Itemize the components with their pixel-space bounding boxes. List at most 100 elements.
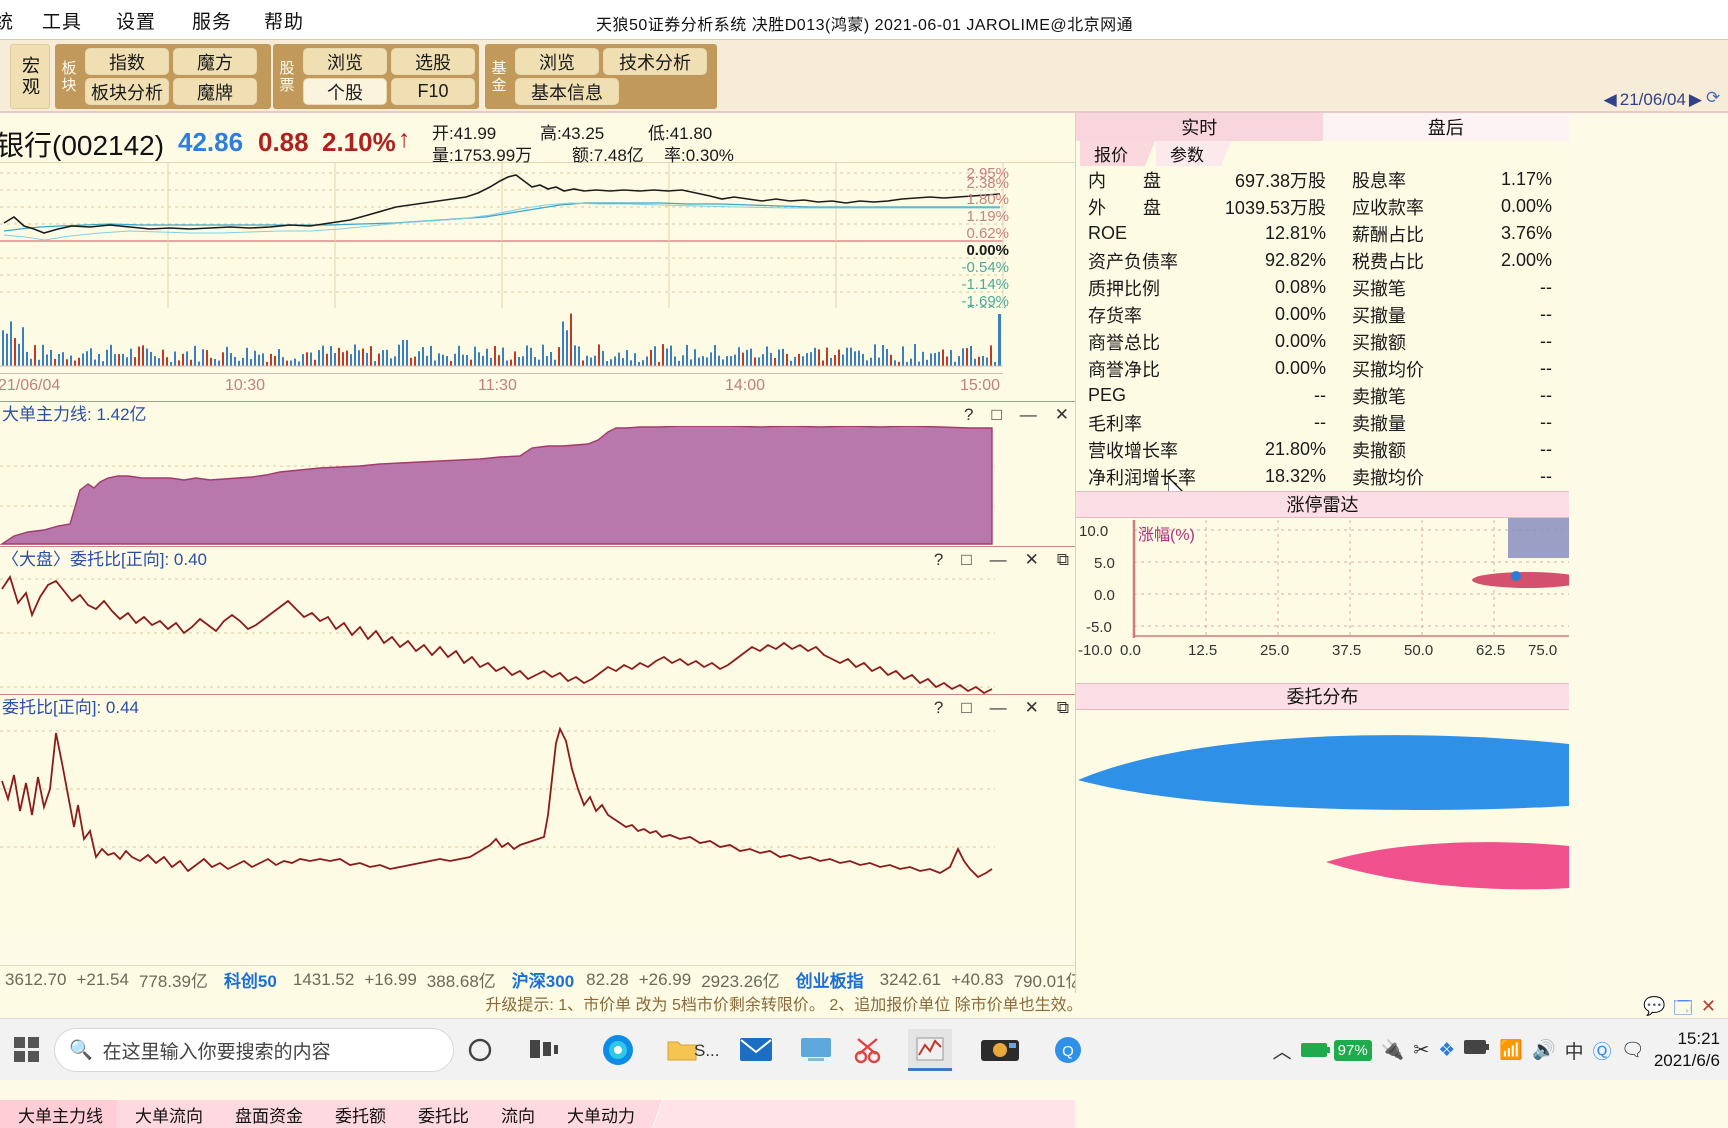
toolbar-button-index[interactable]: 指数 xyxy=(85,48,169,75)
ticker-1-name[interactable]: 科创50 xyxy=(217,967,284,992)
minute-ylabel-7: -1.14% xyxy=(961,276,1009,293)
panel-help-icon-3[interactable]: ? xyxy=(934,695,943,720)
mail-icon[interactable] xyxy=(734,1029,778,1071)
panel-minimize-icon-3[interactable]: — xyxy=(990,695,1007,720)
usb-icon[interactable]: 🔌 xyxy=(1381,1038,1405,1062)
qq-tray-icon[interactable]: Ⓠ xyxy=(1593,1037,1612,1064)
footer-tab-order-ratio[interactable]: 委托比 xyxy=(400,1100,483,1128)
refresh-icon[interactable]: ⟳ xyxy=(1706,88,1726,108)
date-next-arrow[interactable]: ▶ xyxy=(1689,90,1702,110)
stock-change-percent: 2.10% xyxy=(322,127,396,157)
time-tick-0: 21/06/04 xyxy=(0,377,61,394)
toolbar-button-stock-pick[interactable]: 选股 xyxy=(391,48,475,75)
edge-icon[interactable] xyxy=(596,1029,640,1071)
snip-icon[interactable] xyxy=(846,1029,890,1071)
clock[interactable]: 15:21 2021/6/6 xyxy=(1654,1028,1720,1072)
panel-minimize-icon-2[interactable]: — xyxy=(990,547,1007,572)
param-value-8: -- xyxy=(1314,385,1326,405)
param-key2-7: 买撤均价 xyxy=(1352,359,1424,380)
ticker-2-name[interactable]: 沪深300 xyxy=(505,967,581,992)
toolbar-button-fund-browse[interactable]: 浏览 xyxy=(515,48,599,75)
footer-tab-order-amount[interactable]: 委托额 xyxy=(317,1100,400,1128)
limit-up-radar-chart[interactable]: 10.0 5.0 0.0 -5.0 -10.0 涨幅(%) 0.0 12.5 2… xyxy=(1076,514,1584,678)
date-prev-arrow[interactable]: ◀ xyxy=(1604,90,1617,110)
menu-item-settings[interactable]: 设置 xyxy=(116,7,156,34)
panel-close-icon-3[interactable]: ✕ xyxy=(1025,695,1039,720)
camera-icon[interactable] xyxy=(978,1029,1022,1071)
panel-close-icon-2[interactable]: ✕ xyxy=(1025,547,1039,572)
order-distribution-chart[interactable] xyxy=(1076,710,1569,890)
panel-title-bar-1[interactable]: 大单主力线: 1.42亿 ? □ — ✕ xyxy=(0,401,1075,426)
chart-footer-tabs[interactable]: 大单主力线 大单流向 盘面资金 委托额 委托比 流向 大单动力 xyxy=(0,1100,1075,1128)
tianlang-icon[interactable] xyxy=(908,1029,952,1071)
system-tray: ︿ 97% 🔌 ✂ ❖ 📶 🔊 中 Ⓠ 🗨 15:21 2021/6/6 xyxy=(1273,1019,1728,1081)
ticker-3-name[interactable]: 创业板指 xyxy=(789,967,871,992)
panel-maximize-icon-1[interactable]: □ xyxy=(991,402,1001,427)
param-value2-7: -- xyxy=(1540,358,1552,378)
tip-bar: 升级提示: 1、市价单 改为 5档市价剩余转限价。 2、追加报价单位 除市价单也… xyxy=(0,993,1568,1019)
wifi-icon[interactable]: 📶 xyxy=(1499,1038,1523,1062)
panel-help-icon-1[interactable]: ? xyxy=(964,402,973,427)
desktop-icon[interactable] xyxy=(794,1029,838,1071)
panel-minimize-icon-1[interactable]: — xyxy=(1020,402,1037,427)
footer-tab-flow[interactable]: 流向 xyxy=(483,1100,549,1128)
tab-after-hours[interactable]: 盘后 xyxy=(1322,113,1569,141)
parameters-table: 内 盘 697.38万股 股息率 1.17% 外 盘 1039.53万股 应收款率 0.00… xyxy=(1076,166,1569,490)
panel-restore-icon-3[interactable]: ⧉ xyxy=(1057,695,1069,720)
toolbar-button-individual-stock[interactable]: 个股 xyxy=(303,78,387,105)
subtab-params[interactable]: 参数 xyxy=(1156,141,1218,166)
right-sub-tabs[interactable]: 报价 参数 xyxy=(1076,141,1569,166)
battery-indicator[interactable]: 97% xyxy=(1300,1039,1372,1061)
task-view-icon[interactable] xyxy=(522,1029,566,1071)
order-ratio-line-chart[interactable] xyxy=(0,719,1075,894)
panel-restore-icon-2[interactable]: ⧉ xyxy=(1057,547,1069,572)
date-navigator[interactable]: ◀ 21/06/04 ▶ xyxy=(1604,90,1702,110)
radar-xtick-3: 37.5 xyxy=(1332,642,1362,659)
toolbar-button-f10[interactable]: F10 xyxy=(391,78,475,105)
subtab-quote[interactable]: 报价 xyxy=(1080,141,1142,166)
param-key-2: ROE xyxy=(1088,223,1128,243)
toolbar-button-basic-info[interactable]: 基本信息 xyxy=(515,78,619,105)
menu-item-0[interactable]: 统 xyxy=(0,7,14,34)
panel-title-bar-2[interactable]: 〈大盘〉委托比[正向]: 0.40 ? □ — ✕ ⧉ xyxy=(0,546,1075,571)
footer-tab-market-capital[interactable]: 盘面资金 xyxy=(217,1100,317,1128)
volume-chart[interactable] xyxy=(0,308,1075,373)
battery2-icon[interactable] xyxy=(1464,1039,1490,1061)
right-top-tabs[interactable]: 实时 盘后 xyxy=(1076,113,1569,141)
main-force-area-chart[interactable] xyxy=(0,426,1075,546)
panel-maximize-icon-3[interactable]: □ xyxy=(961,695,971,720)
panel-close-icon-1[interactable]: ✕ xyxy=(1055,402,1069,427)
toolbar-macro-button[interactable]: 宏观 xyxy=(10,44,50,109)
panel-help-icon-2[interactable]: ? xyxy=(934,547,943,572)
footer-tab-big-order-power[interactable]: 大单动力 xyxy=(549,1100,649,1128)
tab-realtime[interactable]: 实时 xyxy=(1076,113,1323,141)
search-input[interactable]: 🔍 在这里输入你要搜索的内容 xyxy=(54,1028,454,1072)
panel-maximize-icon-2[interactable]: □ xyxy=(961,547,971,572)
qq-icon[interactable]: Q xyxy=(1046,1029,1090,1071)
menu-item-tools[interactable]: 工具 xyxy=(42,7,82,34)
panel-title-bar-3[interactable]: 委托比[正向]: 0.44 ? □ — ✕ ⧉ xyxy=(0,694,1075,719)
param-value-6: 0.00% xyxy=(1274,331,1326,351)
footer-tab-big-order-flow[interactable]: 大单流向 xyxy=(117,1100,217,1128)
menu-item-service[interactable]: 服务 xyxy=(192,7,232,34)
bluetooth-icon[interactable]: ❖ xyxy=(1438,1039,1455,1062)
ime-icon[interactable]: 中 xyxy=(1565,1037,1584,1064)
toolbar: 宏观 板块 指数 魔方 板块分析 魔牌 股票 浏览 选股 个股 F10 基金 浏… xyxy=(0,40,1728,113)
scissors-icon[interactable]: ✂ xyxy=(1413,1039,1429,1062)
toolbar-button-cube[interactable]: 魔方 xyxy=(173,48,257,75)
market-order-ratio-line-chart[interactable] xyxy=(0,571,1075,694)
cortana-icon[interactable] xyxy=(458,1029,502,1071)
toolbar-button-technical-analysis[interactable]: 技术分析 xyxy=(603,48,707,75)
clock-time: 15:21 xyxy=(1677,1028,1720,1048)
chevron-up-icon[interactable]: ︿ xyxy=(1273,1037,1292,1064)
start-icon[interactable] xyxy=(6,1029,48,1071)
toolbar-button-magic-card[interactable]: 魔牌 xyxy=(173,78,257,105)
minute-ylabel-1: 2.38% xyxy=(966,175,1009,192)
toolbar-button-stock-browse[interactable]: 浏览 xyxy=(303,48,387,75)
notifications-icon[interactable]: 🗨 xyxy=(1621,1038,1645,1062)
panel-order-ratio: 委托比[正向]: 0.44 ? □ — ✕ ⧉ xyxy=(0,694,1075,894)
footer-tab-main-force-line[interactable]: 大单主力线 xyxy=(0,1100,117,1128)
volume-icon[interactable]: 🔊 xyxy=(1532,1038,1556,1062)
menu-item-help[interactable]: 帮助 xyxy=(264,7,304,34)
toolbar-button-sector-analysis[interactable]: 板块分析 xyxy=(85,78,169,105)
